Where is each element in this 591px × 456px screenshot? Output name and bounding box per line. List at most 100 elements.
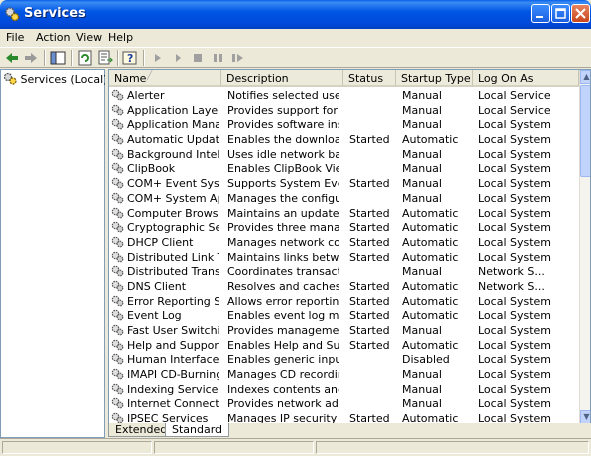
tree-item-label: Services (Local) xyxy=(20,73,108,86)
table-row[interactable]: Indexing Service Indexes contents and ...… xyxy=(109,382,579,397)
cell-startup-type: Automatic xyxy=(402,309,459,323)
scroll-down-button[interactable]: ▼ xyxy=(580,410,590,424)
table-row[interactable]: Background Intellig... Uses idle network … xyxy=(109,147,579,162)
cell-name: Alerter xyxy=(127,89,165,102)
cell-description: Provides network addr... xyxy=(227,397,339,411)
back-icon[interactable] xyxy=(4,50,20,66)
table-row[interactable]: Distributed Transac... Coordinates transa… xyxy=(109,264,579,279)
start-service-icon[interactable] xyxy=(150,50,166,66)
table-row[interactable]: Internet Connectio... Provides network ad… xyxy=(109,396,579,411)
minimize-button[interactable] xyxy=(531,4,550,23)
column-header-log-on-as[interactable]: Log On As xyxy=(473,70,579,87)
table-row[interactable]: DNS Client Resolves and caches D... Starte… xyxy=(109,279,579,294)
close-button[interactable] xyxy=(571,4,590,23)
table-row[interactable]: IMAPI CD-Burning C... Manages CD recordin… xyxy=(109,367,579,382)
title-bar[interactable]: Services xyxy=(0,0,591,29)
cell-name: Distributed Transac... xyxy=(127,265,219,279)
service-gear-icon xyxy=(111,368,124,380)
cell-name: DHCP Client xyxy=(127,235,194,249)
maximize-button[interactable] xyxy=(551,4,570,23)
service-gear-icon xyxy=(111,221,124,233)
export-list-icon[interactable] xyxy=(97,50,113,66)
service-gear-icon xyxy=(111,383,124,395)
column-header-name[interactable]: Name ╱ xyxy=(109,70,221,87)
table-row[interactable]: Help and Support Enables Help and Supp...… xyxy=(109,338,579,353)
cell-status: Started xyxy=(349,177,390,191)
cell-name: Help and Support xyxy=(127,338,219,352)
toolbar: ? xyxy=(0,47,591,68)
service-gear-icon xyxy=(111,280,124,292)
cell-description: Enables the download ... xyxy=(227,133,339,147)
cell-startup-type: Automatic xyxy=(402,235,459,249)
table-row[interactable]: Automatic Updates Enables the download ..… xyxy=(109,132,579,147)
table-row[interactable]: DHCP Client Manages network confi... Start… xyxy=(109,235,579,250)
menu-bar: File Action View Help xyxy=(0,29,591,47)
cell-name: Human Interface D... xyxy=(127,353,219,367)
tree-item-services-local[interactable]: Services (Local) xyxy=(3,72,107,86)
service-gear-icon xyxy=(111,265,124,277)
cell-log-on-as: Local System xyxy=(478,235,552,249)
status-pane-3 xyxy=(316,441,589,454)
cell-status: Started xyxy=(349,294,390,308)
cell-description: Coordinates transactio... xyxy=(227,265,339,279)
forward-icon[interactable] xyxy=(23,50,39,66)
cell-status: Started xyxy=(349,250,390,264)
cell-startup-type: Automatic xyxy=(402,294,459,308)
service-gear-icon xyxy=(111,339,124,351)
cell-startup-type: Manual xyxy=(402,368,442,382)
table-row[interactable]: Error Reporting Ser... Allows error repor… xyxy=(109,294,579,309)
cell-name: Event Log xyxy=(127,309,182,323)
table-row[interactable]: COM+ Event System Supports System Event..… xyxy=(109,176,579,191)
cell-startup-type: Manual xyxy=(402,118,442,132)
cell-log-on-as: Local Service xyxy=(478,89,551,102)
vertical-scrollbar[interactable]: ▲ ▼ xyxy=(579,70,590,424)
menu-view[interactable]: View xyxy=(76,31,102,44)
cell-status: Started xyxy=(349,279,390,293)
cell-name: COM+ System Appli... xyxy=(127,191,219,205)
service-gear-icon xyxy=(111,133,124,145)
table-row[interactable]: Event Log Enables event log mess... Starte… xyxy=(109,308,579,323)
table-row[interactable]: Application Layer G... Provides support f… xyxy=(109,103,579,118)
pause-service-icon[interactable] xyxy=(190,50,206,66)
scroll-thumb[interactable] xyxy=(580,85,590,177)
service-gear-icon xyxy=(111,310,124,321)
cell-name: Background Intellig... xyxy=(127,147,219,161)
cell-log-on-as: Local System xyxy=(478,162,552,176)
table-row[interactable]: Human Interface D... Enables generic inpu… xyxy=(109,352,579,367)
table-row[interactable]: ClipBook Enables ClipBook Viewe... Manual L… xyxy=(109,161,579,176)
cell-name: Internet Connectio... xyxy=(127,397,219,411)
refresh-icon[interactable] xyxy=(77,50,93,66)
cell-name: ClipBook xyxy=(127,162,176,176)
cell-name: Indexing Service xyxy=(127,382,219,396)
restart-service-icon[interactable] xyxy=(210,50,226,66)
cell-description: Resolves and caches D... xyxy=(227,279,339,293)
cell-startup-type: Disabled xyxy=(402,353,450,367)
menu-action[interactable]: Action xyxy=(36,31,70,44)
restart-arrow-icon[interactable] xyxy=(230,50,246,66)
column-header-startup-type[interactable]: Startup Type xyxy=(396,70,473,87)
table-row[interactable]: Distributed Link Tra... Maintains links b… xyxy=(109,250,579,265)
cell-log-on-as: Local System xyxy=(478,294,552,308)
show-hide-tree-icon[interactable] xyxy=(50,50,66,66)
table-row[interactable]: Fast User Switching... Provides managemen… xyxy=(109,323,579,338)
cell-startup-type: Manual xyxy=(402,177,442,191)
cell-log-on-as: Local System xyxy=(478,177,552,191)
cell-description: Enables event log mess... xyxy=(227,309,339,323)
help-icon[interactable]: ? xyxy=(122,50,138,66)
cell-description: Manages network confi... xyxy=(227,235,339,249)
table-row[interactable]: Cryptographic Servi... Provides three man… xyxy=(109,220,579,235)
table-row[interactable]: Alerter Notifies selected users ... Manual… xyxy=(109,88,579,103)
menu-file[interactable]: File xyxy=(6,31,24,44)
menu-help[interactable]: Help xyxy=(108,31,133,44)
tab-standard[interactable]: Standard xyxy=(165,423,230,437)
scroll-up-button[interactable]: ▲ xyxy=(580,70,590,84)
stop-service-icon[interactable] xyxy=(170,50,186,66)
services-gear-icon xyxy=(5,7,20,22)
column-header-description[interactable]: Description xyxy=(221,70,343,87)
cell-startup-type: Manual xyxy=(402,103,442,117)
table-row[interactable]: Application Manage... Provides software i… xyxy=(109,117,579,132)
column-header-status[interactable]: Status xyxy=(343,70,396,87)
table-row[interactable]: Computer Browser Maintains an updated li.… xyxy=(109,206,579,221)
cell-name: Computer Browser xyxy=(127,206,219,220)
table-row[interactable]: COM+ System Appli... Manages the configur… xyxy=(109,191,579,206)
